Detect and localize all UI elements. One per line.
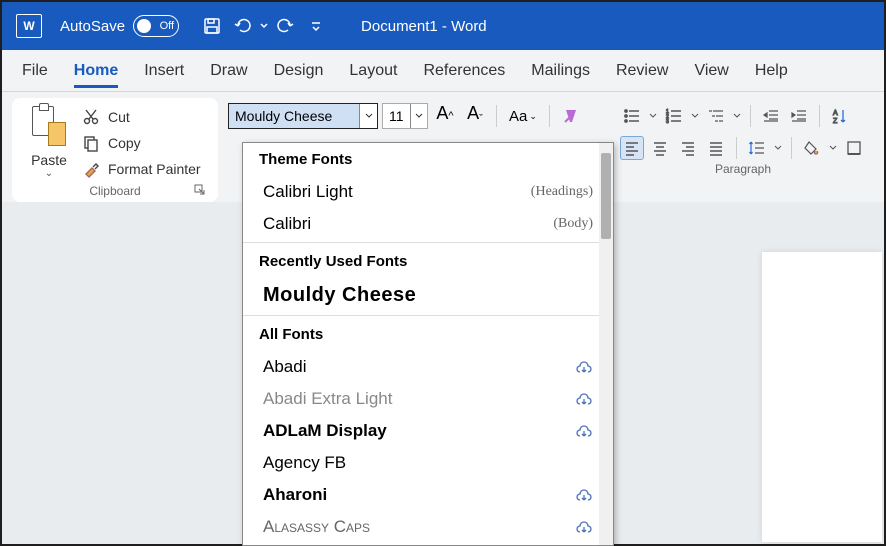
- font-option-adlam-display[interactable]: ADLaM Display: [243, 415, 613, 447]
- font-option-abadi-extra-light[interactable]: Abadi Extra Light: [243, 383, 613, 415]
- font-name-combo[interactable]: Mouldy Cheese: [228, 103, 378, 129]
- chevron-down-icon[interactable]: [828, 144, 838, 152]
- font-option-calibri[interactable]: Calibri (Body): [243, 208, 613, 240]
- clipboard-dialog-launcher[interactable]: [194, 184, 206, 199]
- font-option-agency-fb[interactable]: Agency FB: [243, 447, 613, 479]
- font-option-aharoni[interactable]: Aharoni: [243, 479, 613, 511]
- font-option-alasassy-caps[interactable]: Alasassy Caps: [243, 511, 613, 543]
- brush-icon: [82, 160, 100, 178]
- tab-home[interactable]: Home: [74, 54, 118, 88]
- align-right-button[interactable]: [676, 136, 700, 160]
- multilevel-list-button[interactable]: [704, 104, 728, 128]
- svg-text:3: 3: [666, 119, 669, 125]
- customize-qat-dropdown[interactable]: [301, 11, 331, 41]
- undo-dropdown[interactable]: [257, 11, 271, 41]
- chevron-down-icon[interactable]: [410, 104, 427, 128]
- cloud-download-icon: [575, 424, 593, 438]
- scrollbar-thumb[interactable]: [601, 153, 611, 239]
- paste-icon: [32, 106, 66, 146]
- sort-button[interactable]: AZ: [828, 104, 852, 128]
- font-option-mouldy-cheese[interactable]: Mouldy Cheese: [243, 278, 613, 313]
- format-painter-button[interactable]: Format Painter: [82, 160, 201, 178]
- numbering-button[interactable]: 123: [662, 104, 686, 128]
- shading-button[interactable]: [800, 136, 824, 160]
- paragraph-group-label: Paragraph: [620, 160, 866, 178]
- chevron-down-icon[interactable]: ⌄: [45, 168, 53, 179]
- word-app-icon: W: [16, 14, 42, 38]
- chevron-down-icon[interactable]: [732, 112, 742, 120]
- align-left-button[interactable]: [620, 136, 644, 160]
- cut-button[interactable]: Cut: [82, 108, 201, 126]
- undo-button[interactable]: [227, 11, 257, 41]
- tab-review[interactable]: Review: [616, 54, 668, 88]
- scissors-icon: [82, 108, 100, 126]
- title-bar: W AutoSave Off Document1 - Word: [2, 2, 884, 50]
- ribbon-tabs: File Home Insert Draw Design Layout Refe…: [2, 50, 884, 92]
- clear-formatting-button[interactable]: [558, 103, 584, 129]
- tab-mailings[interactable]: Mailings: [531, 54, 590, 88]
- cloud-download-icon: [575, 392, 593, 406]
- align-center-button[interactable]: [648, 136, 672, 160]
- scrollbar-track[interactable]: [599, 143, 613, 545]
- copy-icon: [82, 134, 100, 152]
- cloud-download-icon: [575, 520, 593, 534]
- c ud-download-icon: [575, 488, 593, 502]
- change-case-button[interactable]: Aa⌄: [505, 108, 541, 125]
- recent-fonts-header: Recently Used Fonts: [243, 245, 613, 278]
- svg-text:A: A: [833, 110, 838, 117]
- font-dropdown-panel: Theme Fonts Calibri Light (Headings) Cal…: [242, 142, 614, 546]
- tab-layout[interactable]: Layout: [349, 54, 397, 88]
- autosave-label: AutoSave: [60, 18, 125, 35]
- svg-text:Z: Z: [833, 118, 838, 125]
- tab-help[interactable]: Help: [755, 54, 788, 88]
- font-size-combo[interactable]: 11: [382, 103, 428, 129]
- chevron-down-icon[interactable]: [648, 112, 658, 120]
- chevron-down-icon[interactable]: [773, 144, 783, 152]
- tab-references[interactable]: References: [423, 54, 505, 88]
- font-option-calibri-light[interactable]: Calibri Light (Headings): [243, 176, 613, 208]
- chevron-down-icon[interactable]: [359, 104, 377, 128]
- bullets-button[interactable]: [620, 104, 644, 128]
- cloud-download-icon: [575, 360, 593, 374]
- all-fonts-header: All Fonts: [243, 318, 613, 351]
- increase-font-size-button[interactable]: A^: [434, 103, 456, 129]
- tab-view[interactable]: View: [694, 54, 728, 88]
- justify-button[interactable]: [704, 136, 728, 160]
- font-option-abadi[interactable]: Abadi: [243, 351, 613, 383]
- save-button[interactable]: [197, 11, 227, 41]
- document-title: Document1 - Word: [361, 18, 487, 35]
- decrease-font-size-button[interactable]: Aˇ: [464, 103, 486, 129]
- clipboard-group: Paste ⌄ Cut Copy Format Painter Clipbo: [12, 98, 218, 202]
- paragraph-group: 123 AZ: [612, 98, 874, 202]
- tab-design[interactable]: Design: [274, 54, 324, 88]
- decrease-indent-button[interactable]: [759, 104, 783, 128]
- theme-fonts-header: Theme Fonts: [243, 143, 613, 176]
- borders-button[interactable]: [842, 136, 866, 160]
- clipboard-group-label: Clipboard: [22, 182, 208, 200]
- document-page[interactable]: [762, 252, 882, 542]
- autosave-toggle[interactable]: Off: [133, 15, 179, 37]
- copy-button[interactable]: Copy: [82, 134, 201, 152]
- tab-insert[interactable]: Insert: [144, 54, 184, 88]
- paste-button[interactable]: Paste ⌄: [22, 104, 76, 182]
- chevron-down-icon[interactable]: [690, 112, 700, 120]
- tab-file[interactable]: File: [22, 54, 48, 88]
- tab-draw[interactable]: Draw: [210, 54, 247, 88]
- redo-button[interactable]: [271, 11, 301, 41]
- increase-indent-button[interactable]: [787, 104, 811, 128]
- line-spacing-button[interactable]: [745, 136, 769, 160]
